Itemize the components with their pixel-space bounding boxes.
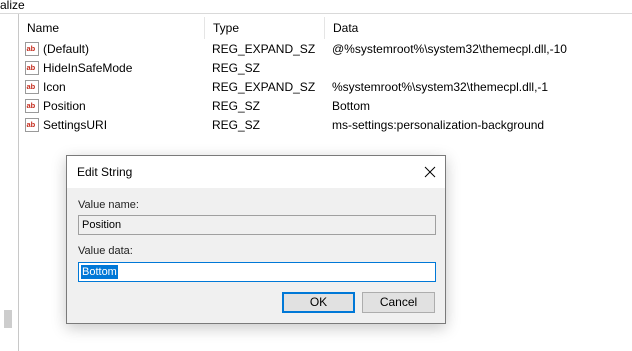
reg-string-icon: ab [25, 80, 39, 94]
value-row-icon[interactable]: ab Icon REG_EXPAND_SZ %systemroot%\syste… [19, 78, 632, 97]
key-tree-pane[interactable] [0, 14, 18, 351]
close-icon[interactable] [419, 161, 441, 183]
value-name: SettingsURI [43, 118, 108, 132]
value-data: Bottom [332, 99, 371, 113]
value-data-selection: Bottom [81, 265, 118, 279]
svg-text:ab: ab [27, 120, 36, 129]
value-row-settingsuri[interactable]: ab SettingsURI REG_SZ ms-settings:person… [19, 116, 632, 135]
svg-text:ab: ab [27, 44, 36, 53]
value-type: REG_EXPAND_SZ [212, 42, 316, 56]
value-type: REG_EXPAND_SZ [212, 80, 316, 94]
reg-string-icon: ab [25, 42, 39, 56]
svg-text:ab: ab [27, 63, 36, 72]
address-path: alize [0, 0, 25, 12]
reg-string-icon: ab [25, 61, 39, 75]
column-header-data[interactable]: Data [325, 17, 632, 39]
svg-text:ab: ab [27, 82, 36, 91]
column-header-type[interactable]: Type [205, 17, 325, 39]
reg-string-icon: ab [25, 99, 39, 113]
reg-string-icon: ab [25, 118, 39, 132]
value-type: REG_SZ [212, 99, 261, 113]
values-list: ab (Default) REG_EXPAND_SZ @%systemroot%… [19, 40, 632, 135]
value-type: REG_SZ [212, 118, 261, 132]
value-data-label: Value data: [78, 245, 133, 257]
value-row-hideinsafemode[interactable]: ab HideInSafeMode REG_SZ [19, 59, 632, 78]
value-name: Icon [43, 80, 66, 94]
value-row-default[interactable]: ab (Default) REG_EXPAND_SZ @%systemroot%… [19, 40, 632, 59]
ok-button[interactable]: OK [282, 292, 355, 313]
edit-string-dialog: Edit String Value name: Position Value d… [66, 155, 446, 324]
value-data: ms-settings:personalization-background [332, 118, 545, 132]
cancel-button[interactable]: Cancel [362, 292, 435, 313]
value-data-input[interactable]: Bottom [78, 262, 436, 282]
value-data: @%systemroot%\system32\themecpl.dll,-10 [332, 42, 567, 56]
dialog-titlebar[interactable]: Edit String [67, 156, 445, 188]
value-name: HideInSafeMode [43, 61, 133, 75]
dialog-title: Edit String [77, 165, 133, 179]
list-header: Name Type Data [19, 17, 632, 39]
column-header-name[interactable]: Name [19, 17, 205, 39]
value-name: Position [43, 99, 86, 113]
address-bar: alize [0, 0, 632, 14]
value-name: (Default) [43, 42, 90, 56]
value-type: REG_SZ [212, 61, 261, 75]
value-data: %systemroot%\system32\themecpl.dll,-1 [332, 80, 549, 94]
tree-scrollbar-thumb[interactable] [4, 310, 12, 328]
value-name-field: Position [78, 215, 436, 235]
value-row-position[interactable]: ab Position REG_SZ Bottom [19, 97, 632, 116]
svg-text:ab: ab [27, 101, 36, 110]
value-name-label: Value name: [78, 199, 139, 211]
